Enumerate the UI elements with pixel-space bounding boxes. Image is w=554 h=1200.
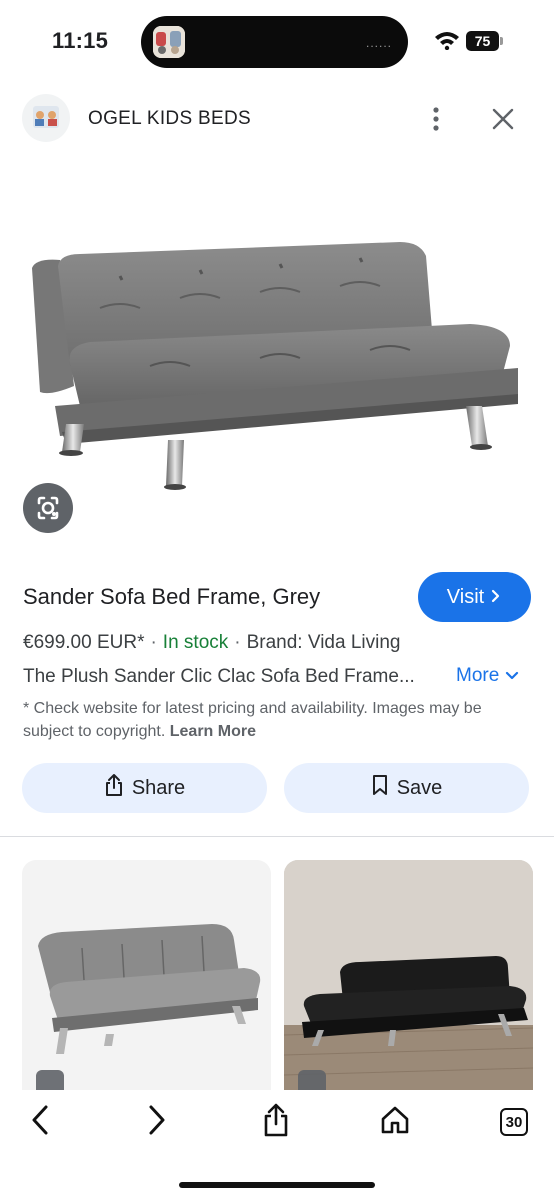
home-indicator bbox=[179, 1182, 375, 1188]
related-product-image bbox=[38, 924, 261, 1054]
price-tag-icon bbox=[298, 1070, 326, 1090]
status-bar: 11:15 ...... 75 bbox=[0, 0, 554, 84]
chevron-down-icon bbox=[505, 665, 519, 687]
home-button[interactable] bbox=[375, 1102, 415, 1142]
share-toolbar-button[interactable] bbox=[256, 1102, 296, 1142]
browser-toolbar: 30 bbox=[0, 1090, 554, 1200]
price-tag-icon bbox=[36, 1070, 64, 1090]
island-thumbnail bbox=[153, 26, 185, 58]
save-button[interactable]: Save bbox=[284, 763, 529, 813]
tabs-button[interactable]: 30 bbox=[494, 1102, 534, 1142]
more-button[interactable]: More bbox=[456, 665, 519, 687]
bookmark-icon bbox=[371, 774, 389, 802]
site-avatar[interactable] bbox=[22, 94, 70, 142]
status-time: 11:15 bbox=[52, 28, 109, 53]
chevron-right-icon bbox=[490, 586, 502, 609]
lens-search-button[interactable] bbox=[23, 483, 73, 533]
product-image[interactable] bbox=[0, 196, 554, 526]
meta-separator: · bbox=[234, 632, 241, 653]
related-product-card[interactable] bbox=[22, 860, 271, 1090]
save-label: Save bbox=[396, 776, 443, 799]
stock-status: In stock bbox=[162, 632, 229, 653]
battery-icon: 75 bbox=[466, 31, 503, 51]
forward-button[interactable] bbox=[137, 1102, 177, 1142]
island-dots: ...... bbox=[365, 36, 392, 50]
back-button[interactable] bbox=[20, 1102, 60, 1142]
back-icon bbox=[29, 1104, 51, 1141]
share-button[interactable]: Share bbox=[22, 763, 267, 813]
visit-button[interactable]: Visit bbox=[418, 572, 531, 622]
disclaimer-note: * Check website for latest pricing and a… bbox=[23, 697, 533, 743]
share-icon bbox=[104, 773, 124, 803]
meta-separator: · bbox=[150, 632, 157, 653]
lens-icon bbox=[23, 496, 73, 537]
product-title: Sander Sofa Bed Frame, Grey bbox=[23, 584, 321, 609]
home-icon bbox=[380, 1105, 410, 1140]
section-divider bbox=[0, 836, 554, 837]
wifi-icon bbox=[434, 30, 460, 55]
share-label: Share bbox=[131, 776, 186, 799]
visit-label: Visit bbox=[446, 585, 485, 608]
product-description: The Plush Sander Clic Clac Sofa Bed Fram… bbox=[23, 666, 415, 687]
site-title[interactable]: OGEL KIDS BEDS bbox=[88, 108, 251, 130]
dynamic-island[interactable]: ...... bbox=[141, 16, 408, 68]
more-vert-icon[interactable] bbox=[424, 104, 448, 134]
learn-more-link[interactable]: Learn More bbox=[170, 723, 256, 740]
related-product-image bbox=[284, 860, 533, 1090]
close-icon[interactable] bbox=[488, 104, 518, 134]
more-label: More bbox=[456, 665, 500, 686]
product-meta: €699.00 EUR* · In stock · Brand: Vida Living bbox=[23, 632, 400, 654]
forward-icon bbox=[146, 1104, 168, 1141]
product-brand: Brand: Vida Living bbox=[246, 632, 401, 653]
product-price: €699.00 EUR* bbox=[23, 632, 145, 653]
page-header: OGEL KIDS BEDS bbox=[0, 94, 554, 144]
tabs-icon: 30 bbox=[500, 1108, 528, 1136]
share-icon bbox=[262, 1103, 290, 1142]
related-product-card[interactable] bbox=[284, 860, 533, 1090]
